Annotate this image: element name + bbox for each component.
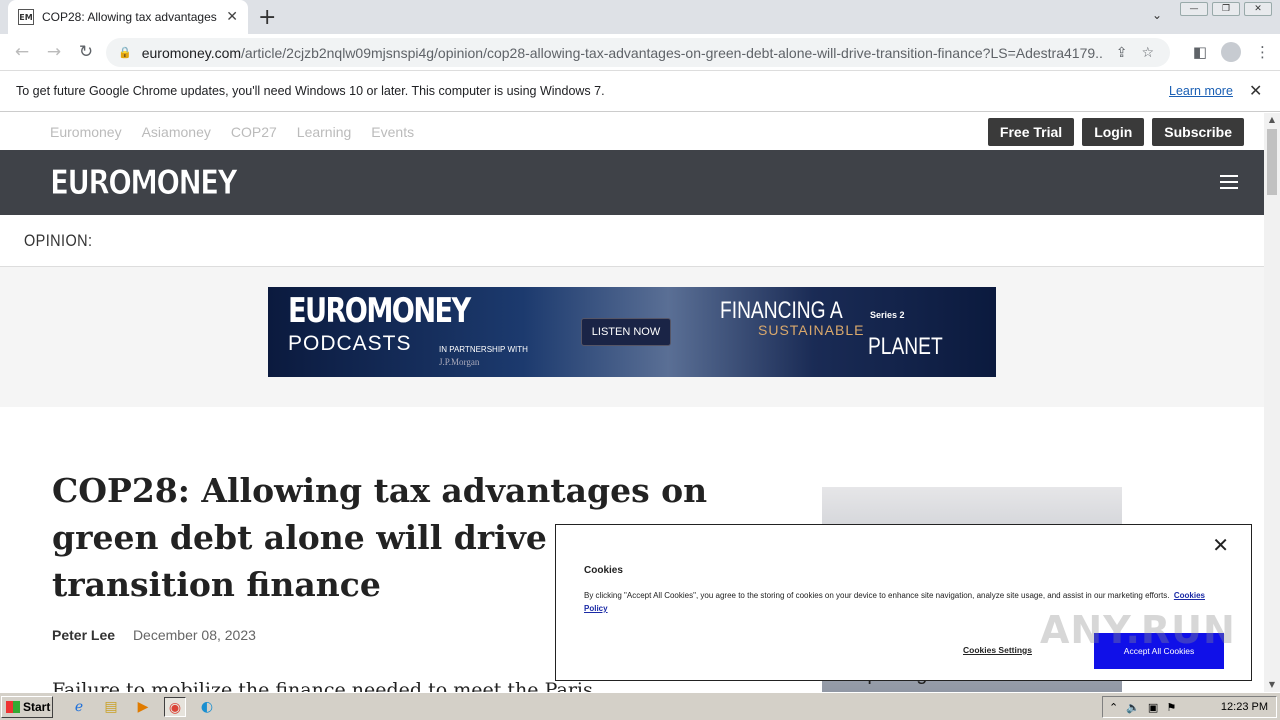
start-button[interactable]: Start	[1, 696, 53, 718]
network-icon[interactable]: ▣	[1148, 701, 1158, 714]
publish-date: December 08, 2023	[132, 627, 256, 643]
top-nav-links: Euromoney Asiamoney COP27 Learning Event…	[50, 124, 414, 140]
tab-search-chevron-icon[interactable]: ⌄	[1152, 8, 1162, 22]
ad-title-line3: PLANET	[868, 333, 943, 360]
scroll-down-icon[interactable]: ▼	[1264, 678, 1280, 692]
address-bar[interactable]: 🔒 euromoney.com/article/2cjzb2nqlw09mjsn…	[106, 38, 1170, 67]
edge-icon[interactable]: ◐	[196, 697, 218, 717]
update-infobar: To get future Google Chrome updates, you…	[0, 71, 1280, 112]
forward-arrow-icon[interactable]: →	[38, 42, 70, 62]
free-trial-button[interactable]: Free Trial	[987, 118, 1075, 146]
learn-more-link[interactable]: Learn more	[1169, 84, 1233, 98]
ad-series: Series 2	[870, 310, 905, 320]
chrome-taskbar-icon[interactable]: ◉	[164, 697, 186, 717]
side-panel-icon[interactable]: ◧	[1193, 43, 1207, 61]
ad-brand: EUROMONEY	[288, 291, 471, 331]
cookie-consent-dialog: ✕ Cookies By clicking "Accept All Cookie…	[555, 524, 1252, 681]
euromoney-favicon-icon: EM	[18, 9, 34, 25]
minimize-button[interactable]: —	[1180, 2, 1208, 16]
quick-launch: ℯ ▤ ▶ ◉ ◐	[68, 697, 218, 717]
system-tray: ⌃ 🔈 ▣ ⚑ 12:23 PM	[1102, 696, 1277, 718]
toolbar-right: ◧ ⋮	[1193, 42, 1270, 62]
ad-title-line2: SUSTAINABLE	[758, 322, 865, 338]
page-scrollbar[interactable]: ▲ ▼	[1264, 113, 1280, 692]
author-name[interactable]: Peter Lee	[52, 627, 115, 643]
internet-explorer-icon[interactable]: ℯ	[68, 697, 90, 717]
euromoney-logo[interactable]: EUROMONEY	[50, 163, 239, 204]
section-bar: OPINION:	[0, 215, 1264, 267]
bookmark-star-icon[interactable]: ☆	[1141, 45, 1154, 61]
reload-icon[interactable]: ↻	[70, 42, 102, 62]
browser-toolbar: ← → ↻ 🔒 euromoney.com/article/2cjzb2nqlw…	[0, 34, 1280, 71]
media-player-icon[interactable]: ▶	[132, 697, 154, 717]
windows-flag-icon	[6, 701, 20, 713]
site-top-nav: Euromoney Asiamoney COP27 Learning Event…	[0, 113, 1264, 150]
podcast-ad-banner[interactable]: EUROMONEY PODCASTS IN PARTNERSHIP WITH J…	[268, 287, 996, 377]
nav-link-cop27[interactable]: COP27	[231, 124, 277, 140]
scroll-up-icon[interactable]: ▲	[1264, 113, 1280, 127]
article-lede: Failure to mobilize the finance needed t…	[52, 679, 593, 692]
profile-avatar-icon[interactable]	[1221, 42, 1241, 62]
ad-title-line1: FINANCING A	[720, 297, 843, 324]
browser-tab[interactable]: EM COP28: Allowing tax advantages on gre…	[8, 0, 248, 34]
tab-strip: EM COP28: Allowing tax advantages on gre…	[0, 0, 1280, 34]
action-center-flag-icon[interactable]: ⚑	[1166, 701, 1176, 714]
close-window-button[interactable]: ✕	[1244, 2, 1272, 16]
volume-icon[interactable]: 🔈	[1126, 701, 1140, 714]
hamburger-menu-icon[interactable]	[1220, 175, 1238, 193]
ad-container: EUROMONEY PODCASTS IN PARTNERSHIP WITH J…	[0, 267, 1264, 407]
start-label: Start	[23, 700, 51, 714]
section-label: OPINION:	[24, 231, 93, 250]
nav-link-events[interactable]: Events	[371, 124, 414, 140]
scroll-thumb[interactable]	[1267, 129, 1277, 195]
back-arrow-icon[interactable]: ←	[6, 42, 38, 62]
cookies-settings-button[interactable]: Cookies Settings	[963, 645, 1032, 655]
listen-now-button[interactable]: LISTEN NOW	[581, 318, 671, 346]
login-button[interactable]: Login	[1082, 118, 1145, 146]
tab-title: COP28: Allowing tax advantages on green …	[42, 10, 220, 24]
lock-icon[interactable]: 🔒	[118, 46, 132, 59]
nav-link-asiamoney[interactable]: Asiamoney	[142, 124, 211, 140]
maximize-button[interactable]: ❐	[1212, 2, 1240, 16]
ad-partner: IN PARTNERSHIP WITH	[439, 345, 528, 354]
menu-kebab-icon[interactable]: ⋮	[1255, 43, 1270, 61]
account-buttons: Free Trial Login Subscribe	[987, 118, 1244, 146]
ad-podcasts: PODCASTS	[288, 332, 412, 355]
infobar-close-icon[interactable]: ✕	[1249, 81, 1262, 100]
windows-taskbar: Start ℯ ▤ ▶ ◉ ◐ ⌃ 🔈 ▣ ⚑ 12:23 PM	[0, 692, 1280, 720]
tab-close-icon[interactable]: ✕	[226, 9, 238, 25]
cookie-close-icon[interactable]: ✕	[1212, 533, 1229, 557]
url-host: euromoney.com	[141, 44, 242, 61]
masthead: EUROMONEY	[0, 150, 1264, 215]
cookie-title: Cookies	[584, 565, 623, 576]
nav-link-learning[interactable]: Learning	[297, 124, 352, 140]
window-controls: — ❐ ✕	[1180, 2, 1272, 16]
file-explorer-icon[interactable]: ▤	[100, 697, 122, 717]
url-text[interactable]: euromoney.com/article/2cjzb2nqlw09mjsnsp…	[142, 45, 1102, 61]
subscribe-button[interactable]: Subscribe	[1152, 118, 1244, 146]
ad-partner-logo: J.P.Morgan	[439, 357, 480, 367]
nav-link-euromoney[interactable]: Euromoney	[50, 124, 122, 140]
byline: Peter Lee December 08, 2023	[52, 627, 256, 643]
share-icon[interactable]: ⇪	[1116, 45, 1128, 61]
url-path: /article/2cjzb2nqlw09mjsnspi4g/opinion/c…	[241, 44, 1102, 61]
cookie-body-text: By clicking "Accept All Cookies", you ag…	[584, 591, 1170, 600]
anyrun-watermark: ANY.RUN	[1040, 608, 1236, 652]
clock[interactable]: 12:23 PM	[1221, 701, 1268, 713]
tray-expand-icon[interactable]: ⌃	[1109, 701, 1118, 714]
infobar-message: To get future Google Chrome updates, you…	[16, 84, 605, 98]
new-tab-icon[interactable]: +	[258, 5, 276, 30]
